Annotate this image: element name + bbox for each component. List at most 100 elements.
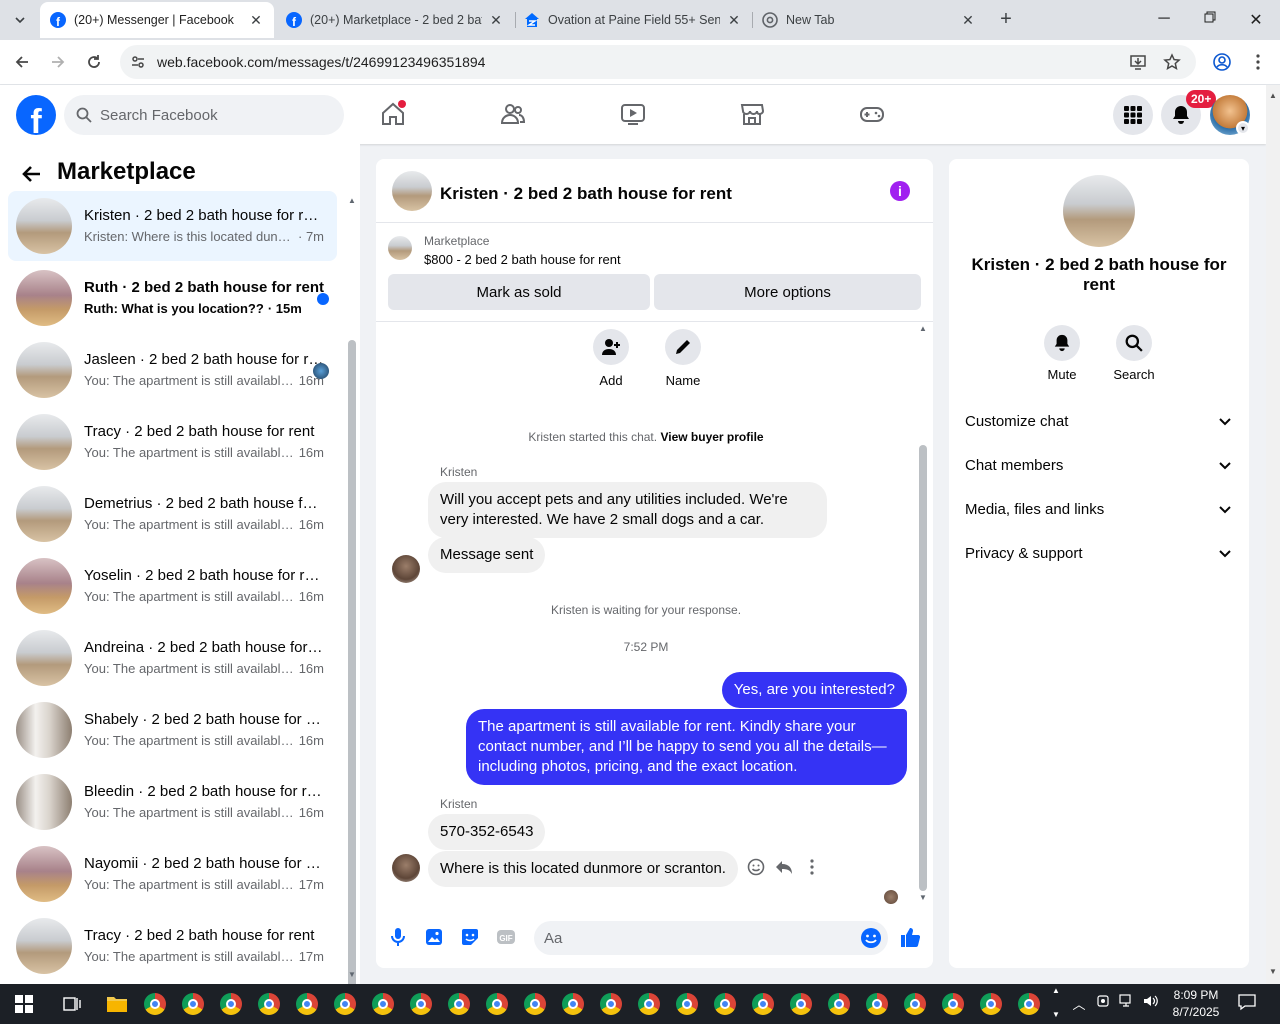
name-button[interactable]: Name [653, 329, 713, 388]
chrome-taskbar-icon[interactable] [711, 990, 739, 1018]
restore-icon[interactable] [1200, 10, 1220, 30]
volume-icon[interactable] [1142, 994, 1160, 1011]
minimize-icon[interactable]: ─ [1154, 10, 1174, 30]
chat-title[interactable]: Kristen · 2 bed 2 bath house for rent [440, 184, 732, 204]
taskbar-scroll-up-icon[interactable]: ▲ [1052, 986, 1060, 995]
chrome-taskbar-icon[interactable] [597, 990, 625, 1018]
chrome-taskbar-icon[interactable] [521, 990, 549, 1018]
chat-avatar[interactable] [392, 171, 432, 211]
conversation-item[interactable]: Jasleen · 2 bed 2 bath house for rent You… [8, 335, 337, 405]
conversation-item[interactable]: Demetrius · 2 bed 2 bath house for rent Y… [8, 479, 337, 549]
privacy-support-row[interactable]: Privacy & support [965, 541, 1233, 565]
listing-price[interactable]: $800 - 2 bed 2 bath house for rent [424, 252, 621, 267]
chrome-taskbar-icon[interactable] [407, 990, 435, 1018]
chrome-taskbar-icon[interactable] [863, 990, 891, 1018]
conversation-item[interactable]: Kristen · 2 bed 2 bath house for rent Kri… [8, 191, 337, 261]
new-tab-plus-icon[interactable]: + [996, 9, 1016, 30]
friends-icon[interactable] [498, 99, 528, 129]
gif-icon[interactable]: GIF [494, 925, 518, 949]
chrome-taskbar-icon[interactable] [749, 990, 777, 1018]
tab-new-tab[interactable]: New Tab ✕ [752, 2, 986, 38]
facebook-logo[interactable]: f [16, 95, 56, 135]
conversation-item[interactable]: Nayomii · 2 bed 2 bath house for rent You… [8, 839, 337, 909]
chrome-taskbar-icon[interactable] [483, 990, 511, 1018]
tab-marketplace[interactable]: f (20+) Marketplace - 2 bed 2 bath ✕ [276, 2, 514, 38]
scroll-down-icon[interactable]: ▼ [919, 893, 927, 902]
more-options-button[interactable]: More options [654, 274, 921, 310]
chrome-taskbar-icon[interactable] [179, 990, 207, 1018]
customize-chat-row[interactable]: Customize chat [965, 409, 1233, 433]
emoji-icon[interactable] [860, 927, 882, 949]
conversation-item[interactable]: Bleedin · 2 bed 2 bath house for rent You… [8, 767, 337, 837]
add-person-button[interactable]: Add [581, 329, 641, 388]
chrome-taskbar-icon[interactable] [939, 990, 967, 1018]
chrome-taskbar-icon[interactable] [825, 990, 853, 1018]
close-icon[interactable]: ✕ [248, 12, 264, 29]
more-actions-icon[interactable] [802, 857, 822, 877]
sender-avatar[interactable] [392, 854, 420, 882]
conversation-item[interactable]: Andreina · 2 bed 2 bath house for rent Yo… [8, 623, 337, 693]
meet-now-icon[interactable] [1094, 994, 1112, 1011]
message-input[interactable] [544, 921, 844, 955]
chrome-taskbar-icon[interactable] [331, 990, 359, 1018]
outgoing-message[interactable]: Yes, are you interested? [721, 672, 907, 708]
tray-overflow-icon[interactable]: ︿ [1070, 994, 1088, 1013]
incoming-message[interactable]: Message sent [428, 537, 546, 573]
incoming-message[interactable]: 570-352-6543 [428, 814, 546, 850]
search-input[interactable] [100, 95, 330, 135]
taskbar-scroll-down-icon[interactable]: ▼ [1052, 1010, 1060, 1019]
reload-icon[interactable] [83, 51, 105, 73]
action-center-icon[interactable] [1238, 993, 1256, 1014]
chrome-taskbar-icon[interactable] [255, 990, 283, 1018]
conversation-item[interactable]: Tracy · 2 bed 2 bath house for rent You: … [8, 911, 337, 981]
chrome-taskbar-icon[interactable] [787, 990, 815, 1018]
microphone-icon[interactable] [386, 925, 410, 949]
incoming-message[interactable]: Where is this located dunmore or scranto… [428, 851, 738, 887]
media-files-links-row[interactable]: Media, files and links [965, 497, 1233, 521]
chrome-taskbar-icon[interactable] [369, 990, 397, 1018]
site-info-icon[interactable] [128, 52, 148, 72]
profile-icon[interactable] [1211, 51, 1233, 73]
windows-start-icon[interactable] [10, 990, 38, 1018]
mute-button[interactable]: Mute [1032, 325, 1092, 382]
browser-menu-icon[interactable] [1247, 51, 1269, 73]
close-icon[interactable]: ✕ [726, 12, 742, 29]
details-avatar[interactable] [1063, 175, 1135, 247]
home-icon[interactable] [378, 99, 408, 129]
conversation-item[interactable]: Yoselin · 2 bed 2 bath house for rent You… [8, 551, 337, 621]
photo-icon[interactable] [422, 925, 446, 949]
listing-thumbnail[interactable] [388, 236, 412, 260]
outgoing-message[interactable]: The apartment is still available for ren… [466, 709, 907, 785]
scroll-up-icon[interactable]: ▲ [919, 324, 927, 333]
incoming-message[interactable]: Will you accept pets and any utilities i… [428, 482, 827, 538]
info-icon[interactable]: i [890, 181, 910, 201]
menu-grid-button[interactable] [1113, 95, 1153, 135]
conversation-item[interactable]: Shabely · 2 bed 2 bath house for rent You… [8, 695, 337, 765]
task-view-icon[interactable] [58, 990, 86, 1018]
tab-search-button[interactable] [8, 8, 32, 32]
omnibox[interactable]: web.facebook.com/messages/t/246991234963… [120, 45, 1196, 79]
conversation-list-scrollbar[interactable] [348, 340, 356, 994]
chrome-taskbar-icon[interactable] [293, 990, 321, 1018]
back-arrow-icon[interactable] [11, 51, 33, 73]
scroll-up-icon[interactable]: ▲ [348, 196, 356, 205]
video-icon[interactable] [618, 99, 648, 129]
chrome-taskbar-icon[interactable] [559, 990, 587, 1018]
chrome-taskbar-icon[interactable] [673, 990, 701, 1018]
conversation-item[interactable]: Ruth · 2 bed 2 bath house for rent Ruth: … [8, 263, 337, 333]
chrome-taskbar-icon[interactable] [901, 990, 929, 1018]
sender-avatar[interactable] [392, 555, 420, 583]
scroll-down-icon[interactable]: ▼ [348, 970, 356, 979]
chrome-taskbar-icon[interactable] [445, 990, 473, 1018]
tab-messenger[interactable]: f (20+) Messenger | Facebook ✕ [40, 2, 274, 38]
page-scrollbar[interactable]: ▲ ▼ [1266, 85, 1280, 984]
thumbs-up-icon[interactable] [898, 925, 922, 949]
reply-icon[interactable] [774, 857, 794, 877]
url-text[interactable]: web.facebook.com/messages/t/246991234963… [157, 54, 485, 70]
system-clock[interactable]: 8:09 PM 8/7/2025 [1170, 987, 1222, 1021]
close-icon[interactable]: ✕ [488, 12, 504, 29]
facebook-search[interactable] [64, 95, 344, 135]
chrome-taskbar-icon[interactable] [217, 990, 245, 1018]
chrome-taskbar-icon[interactable] [1015, 990, 1043, 1018]
marketplace-icon[interactable] [737, 99, 767, 129]
